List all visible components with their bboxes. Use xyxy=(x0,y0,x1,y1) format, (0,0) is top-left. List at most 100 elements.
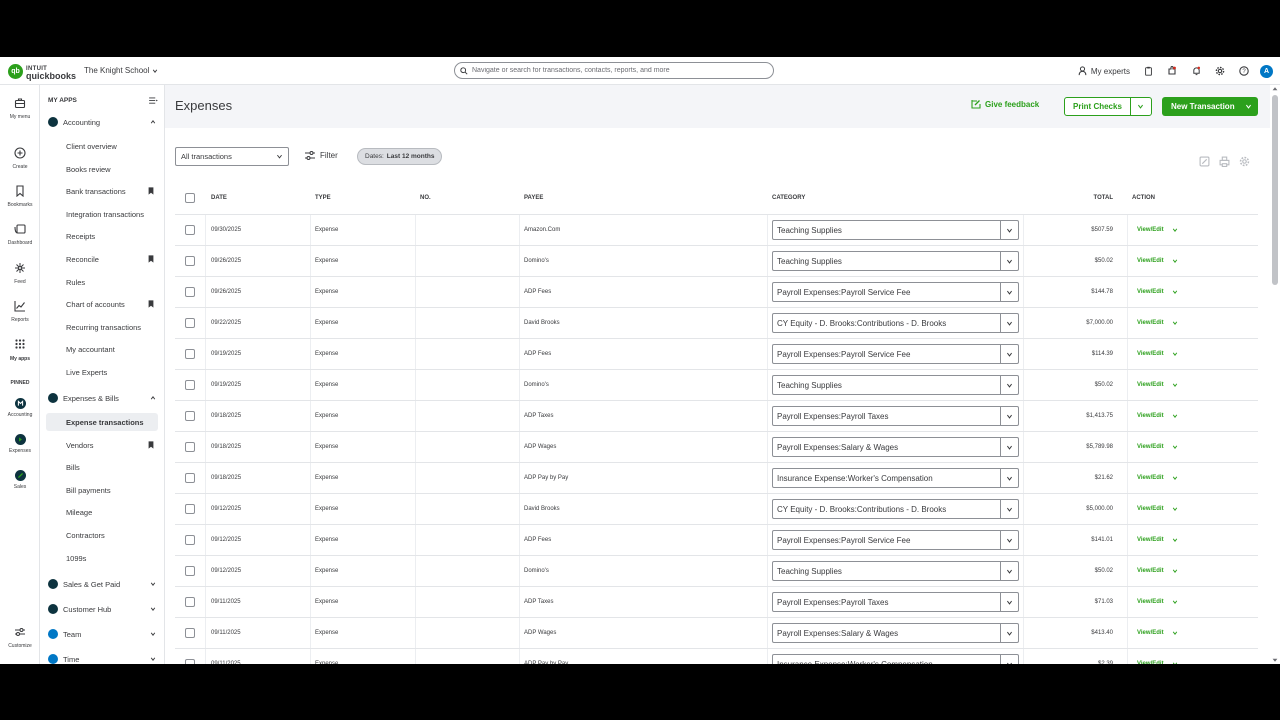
nav-1099s[interactable]: 1099s xyxy=(46,549,158,567)
rail-customize[interactable]: Customize xyxy=(0,626,40,649)
table-row[interactable]: 09/12/2025 Expense ADP Fees Payroll Expense… xyxy=(175,525,1258,556)
view-edit-link[interactable]: View/Edit xyxy=(1137,661,1164,664)
row-checkbox[interactable] xyxy=(185,256,195,266)
nav-recurring-transactions[interactable]: Recurring transactions xyxy=(46,318,158,336)
row-checkbox[interactable] xyxy=(185,628,195,638)
chevron-down-icon[interactable] xyxy=(1172,351,1178,357)
view-edit-link[interactable]: View/Edit xyxy=(1137,568,1164,574)
row-checkbox[interactable] xyxy=(185,318,195,328)
table-row[interactable]: 09/18/2025 Expense ADP Wages Payroll Expens… xyxy=(175,432,1258,463)
col-no[interactable]: NO. xyxy=(420,181,431,214)
row-checkbox[interactable] xyxy=(185,597,195,607)
category-select[interactable]: Payroll Expenses:Salary & Wages xyxy=(772,623,1019,643)
row-checkbox[interactable] xyxy=(185,442,195,452)
category-select[interactable]: Payroll Expenses:Payroll Service Fee xyxy=(772,344,1019,364)
chevron-down-icon[interactable] xyxy=(1172,227,1178,233)
rail-my-apps[interactable]: My apps xyxy=(0,339,40,362)
chevron-down-icon[interactable] xyxy=(1172,258,1178,264)
nav-vendors[interactable]: Vendors xyxy=(46,436,158,454)
nav-bank-transactions[interactable]: Bank transactions xyxy=(46,182,158,200)
rail-pinned-sales[interactable]: Sales xyxy=(0,470,40,490)
row-checkbox[interactable] xyxy=(185,659,195,664)
category-dropdown-button[interactable] xyxy=(1000,562,1018,580)
print-checks-dropdown[interactable] xyxy=(1131,98,1151,115)
view-edit-link[interactable]: View/Edit xyxy=(1137,320,1164,326)
chevron-down-icon[interactable] xyxy=(1172,289,1178,295)
category-select[interactable]: CY Equity - D. Brooks:Contributions - D.… xyxy=(772,499,1019,519)
chevron-down-icon[interactable] xyxy=(1172,599,1178,605)
category-dropdown-button[interactable] xyxy=(1000,500,1018,518)
chevron-down-icon[interactable] xyxy=(1172,444,1178,450)
view-edit-link[interactable]: View/Edit xyxy=(1137,599,1164,605)
section-team[interactable]: Team xyxy=(48,627,158,641)
section-sales-get-paid[interactable]: Sales & Get Paid xyxy=(48,577,158,591)
category-dropdown-button[interactable] xyxy=(1000,252,1018,270)
table-row[interactable]: 09/12/2025 Expense Domino's Teaching Suppli… xyxy=(175,556,1258,587)
table-row[interactable]: 09/11/2025 Expense ADP Wages Payroll Expens… xyxy=(175,618,1258,649)
give-feedback-button[interactable]: Give feedback xyxy=(971,99,1039,109)
view-edit-link[interactable]: View/Edit xyxy=(1137,475,1164,481)
rail-bookmarks[interactable]: Bookmarks xyxy=(0,185,40,208)
category-dropdown-button[interactable] xyxy=(1000,531,1018,549)
quickbooks-logo[interactable]: qb INTUIT quickbooks xyxy=(8,62,76,81)
user-avatar[interactable]: A xyxy=(1260,64,1273,78)
transaction-type-select[interactable]: All transactions xyxy=(175,147,289,166)
category-dropdown-button[interactable] xyxy=(1000,593,1018,611)
nav-chart-of-accounts[interactable]: Chart of accounts xyxy=(46,295,158,313)
row-checkbox[interactable] xyxy=(185,380,195,390)
col-type[interactable]: TYPE xyxy=(315,181,331,214)
row-checkbox[interactable] xyxy=(185,225,195,235)
row-checkbox[interactable] xyxy=(185,535,195,545)
section-expenses-bills[interactable]: Expenses & Bills xyxy=(48,391,158,405)
row-checkbox[interactable] xyxy=(185,566,195,576)
nav-live-experts[interactable]: Live Experts xyxy=(46,363,158,381)
table-row[interactable]: 09/18/2025 Expense ADP Taxes Payroll Expens… xyxy=(175,401,1258,432)
category-dropdown-button[interactable] xyxy=(1000,624,1018,642)
scrollbar-thumb[interactable] xyxy=(1272,95,1278,285)
table-row[interactable]: 09/18/2025 Expense ADP Pay by Pay Insurance… xyxy=(175,463,1258,494)
nav-receipts[interactable]: Receipts xyxy=(46,227,158,245)
print-checks-button[interactable]: Print Checks xyxy=(1065,98,1131,115)
rail-pinned-accounting[interactable]: Accounting xyxy=(0,398,40,418)
category-select[interactable]: Teaching Supplies xyxy=(772,375,1019,395)
view-edit-link[interactable]: View/Edit xyxy=(1137,289,1164,295)
category-dropdown-button[interactable] xyxy=(1000,283,1018,301)
export-icon[interactable] xyxy=(1199,156,1210,167)
category-select[interactable]: Insurance Expense:Worker's Compensation xyxy=(772,468,1019,488)
category-select[interactable]: CY Equity - D. Brooks:Contributions - D.… xyxy=(772,313,1019,333)
global-search[interactable] xyxy=(454,62,774,79)
bookmark-filled-icon[interactable] xyxy=(148,255,154,263)
company-switcher[interactable]: The Knight School xyxy=(84,66,158,75)
rail-reports[interactable]: Reports xyxy=(0,300,40,323)
category-dropdown-button[interactable] xyxy=(1000,314,1018,332)
vertical-scrollbar[interactable] xyxy=(1270,85,1280,664)
settings-button[interactable] xyxy=(1212,63,1228,79)
table-row[interactable]: 09/30/2025 Expense Amazon.Com Teaching Supp… xyxy=(175,215,1258,246)
nav-integration-transactions[interactable]: Integration transactions xyxy=(46,205,158,223)
section-customer-hub[interactable]: Customer Hub xyxy=(48,602,158,616)
nav-reconcile[interactable]: Reconcile xyxy=(46,250,158,268)
chevron-down-icon[interactable] xyxy=(1172,506,1178,512)
view-edit-link[interactable]: View/Edit xyxy=(1137,630,1164,636)
view-edit-link[interactable]: View/Edit xyxy=(1137,444,1164,450)
new-transaction-button[interactable]: New Transaction xyxy=(1162,97,1258,116)
category-dropdown-button[interactable] xyxy=(1000,469,1018,487)
view-edit-link[interactable]: View/Edit xyxy=(1137,506,1164,512)
nav-rules[interactable]: Rules xyxy=(46,273,158,291)
dates-filter-chip[interactable]: Dates: Last 12 months xyxy=(357,148,443,165)
col-total[interactable]: TOTAL xyxy=(1025,181,1113,214)
nav-bills[interactable]: Bills xyxy=(46,458,158,476)
table-row[interactable]: 09/11/2025 Expense ADP Taxes Payroll Expens… xyxy=(175,587,1258,618)
rail-dashboard[interactable]: Dashboard xyxy=(0,223,40,246)
nav-books-review[interactable]: Books review xyxy=(46,160,158,178)
category-select[interactable]: Payroll Expenses:Payroll Service Fee xyxy=(772,282,1019,302)
filter-button[interactable]: Filter xyxy=(305,151,338,160)
nav-bill-payments[interactable]: Bill payments xyxy=(46,481,158,499)
chevron-down-icon[interactable] xyxy=(1172,661,1178,664)
category-dropdown-button[interactable] xyxy=(1000,345,1018,363)
scroll-down-arrow-icon[interactable] xyxy=(1272,658,1278,663)
chevron-down-icon[interactable] xyxy=(1172,630,1178,636)
chevron-down-icon[interactable] xyxy=(1172,320,1178,326)
category-select[interactable]: Insurance Expense:Worker's Compensation xyxy=(772,654,1019,664)
nav-expense-transactions[interactable]: Expense transactions xyxy=(46,413,158,431)
